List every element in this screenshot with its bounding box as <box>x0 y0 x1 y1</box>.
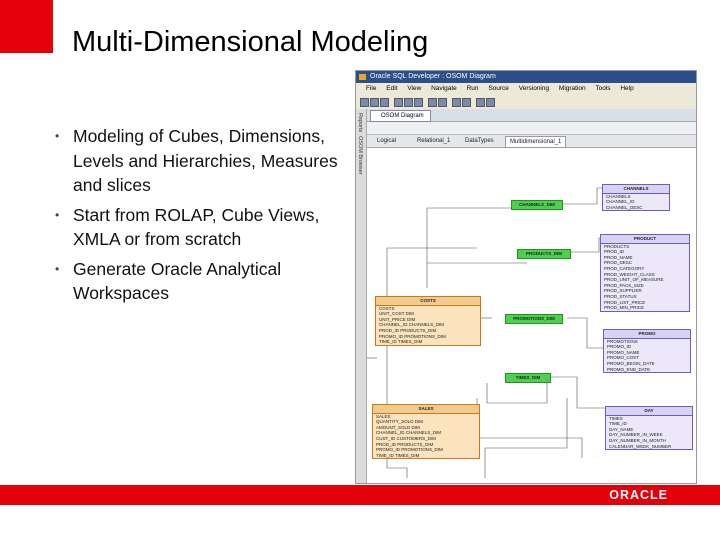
tab-relational[interactable]: Relational_1 <box>413 136 454 146</box>
products-dim-box[interactable]: PRODUCTS_DIM <box>517 249 571 259</box>
window-title: Oracle SQL Developer : OSOM Diagram <box>370 73 496 80</box>
menu-item-source[interactable]: Source <box>488 85 509 92</box>
menu-item-view[interactable]: View <box>407 85 421 92</box>
tab-multidimensional[interactable]: Multidimensional_1 <box>505 136 567 148</box>
copy-icon[interactable] <box>404 98 413 107</box>
bullet-item: • Generate Oracle Analytical Workspaces <box>55 257 345 306</box>
main-toolbar <box>356 95 696 110</box>
menu-item-edit[interactable]: Edit <box>386 85 397 92</box>
window-title-bar: Oracle SQL Developer : OSOM Diagram <box>356 71 696 83</box>
diagram-toolbar <box>367 122 696 135</box>
document-tab-row: OSOM Diagram <box>367 109 696 122</box>
brand-red-square <box>0 0 53 53</box>
bullet-item: • Start from ROLAP, Cube Views, XMLA or f… <box>55 203 345 252</box>
app-icon <box>359 74 366 80</box>
slide-title: Multi-Dimensional Modeling <box>72 26 429 58</box>
footer-bar: ORACLE <box>0 485 720 505</box>
run-icon[interactable] <box>476 98 485 107</box>
menu-item-run[interactable]: Run <box>467 85 479 92</box>
tab-osom-diagram[interactable]: OSOM Diagram <box>370 110 431 122</box>
promo-table[interactable]: PROMO PROMOTIONS PROMO_ID PROMO_NAME PRO… <box>603 329 691 374</box>
day-table[interactable]: DAY TIMES TIME_ID DAY_NAME DAY_NUMBER_IN… <box>605 406 693 451</box>
menu-item-file[interactable]: File <box>366 85 376 92</box>
forward-icon[interactable] <box>462 98 471 107</box>
tab-datatypes[interactable]: DataTypes <box>461 136 498 146</box>
undo-icon[interactable] <box>428 98 437 107</box>
cut-icon[interactable] <box>394 98 403 107</box>
side-tab-osom-browser[interactable]: OSOM Browser <box>357 136 363 175</box>
promotions-dim-box[interactable]: PROMOTIONS_DIM <box>505 314 563 324</box>
menu-item-navigate[interactable]: Navigate <box>431 85 457 92</box>
side-panel-tabs: Reports OSOM Browser <box>356 109 367 483</box>
bullet-text: Start from ROLAP, Cube Views, XMLA or fr… <box>73 204 320 250</box>
save-icon[interactable] <box>380 98 389 107</box>
product-table[interactable]: PRODUCT PRODUCTS PROD_ID PROD_NAME PROD_… <box>600 234 690 312</box>
channels-table[interactable]: CHANNELS CHANNELS CHANNEL_ID CHANNEL_DES… <box>602 184 670 212</box>
channels-dim-box[interactable]: CHANNELS_DIM <box>511 200 563 210</box>
open-icon[interactable] <box>370 98 379 107</box>
menu-item-migration[interactable]: Migration <box>559 85 586 92</box>
bullet-icon: • <box>55 129 60 143</box>
sales-table[interactable]: SALES SALES QUANTITY_SOLD DIM AMOUNT_SOL… <box>372 404 480 460</box>
bullet-text: Generate Oracle Analytical Workspaces <box>73 258 282 304</box>
back-icon[interactable] <box>452 98 461 107</box>
side-tab-reports[interactable]: Reports <box>357 113 363 132</box>
bullet-item: • Modeling of Cubes, Dimensions, Levels a… <box>55 124 345 198</box>
debug-icon[interactable] <box>486 98 495 107</box>
times-dim-box[interactable]: TIMES_DIM <box>505 373 551 383</box>
menu-item-versioning[interactable]: Versioning <box>519 85 549 92</box>
tab-logical[interactable]: Logical <box>373 136 400 146</box>
bullet-icon: • <box>55 207 60 222</box>
menu-item-help[interactable]: Help <box>620 85 633 92</box>
model-tabs: Logical Relational_1 DataTypes Multidime… <box>367 135 696 148</box>
oracle-logo: ORACLE <box>609 488 668 502</box>
menu-item-tools[interactable]: Tools <box>595 85 610 92</box>
sql-developer-screenshot: Oracle SQL Developer : OSOM Diagram File… <box>355 70 697 484</box>
bullet-list: • Modeling of Cubes, Dimensions, Levels a… <box>55 124 345 311</box>
bullet-text: Modeling of Cubes, Dimensions, Levels an… <box>73 126 338 195</box>
redo-icon[interactable] <box>438 98 447 107</box>
costs-table[interactable]: COSTS COSTS UNIT_COST DIM UNIT_PRICE DIM… <box>375 296 481 346</box>
diagram-canvas[interactable]: CHANNELS CHANNELS CHANNEL_ID CHANNEL_DES… <box>367 148 696 483</box>
paste-icon[interactable] <box>414 98 423 107</box>
new-icon[interactable] <box>360 98 369 107</box>
bullet-icon: • <box>55 261 60 276</box>
menu-bar: File Edit View Navigate Run Source Versi… <box>356 83 696 95</box>
